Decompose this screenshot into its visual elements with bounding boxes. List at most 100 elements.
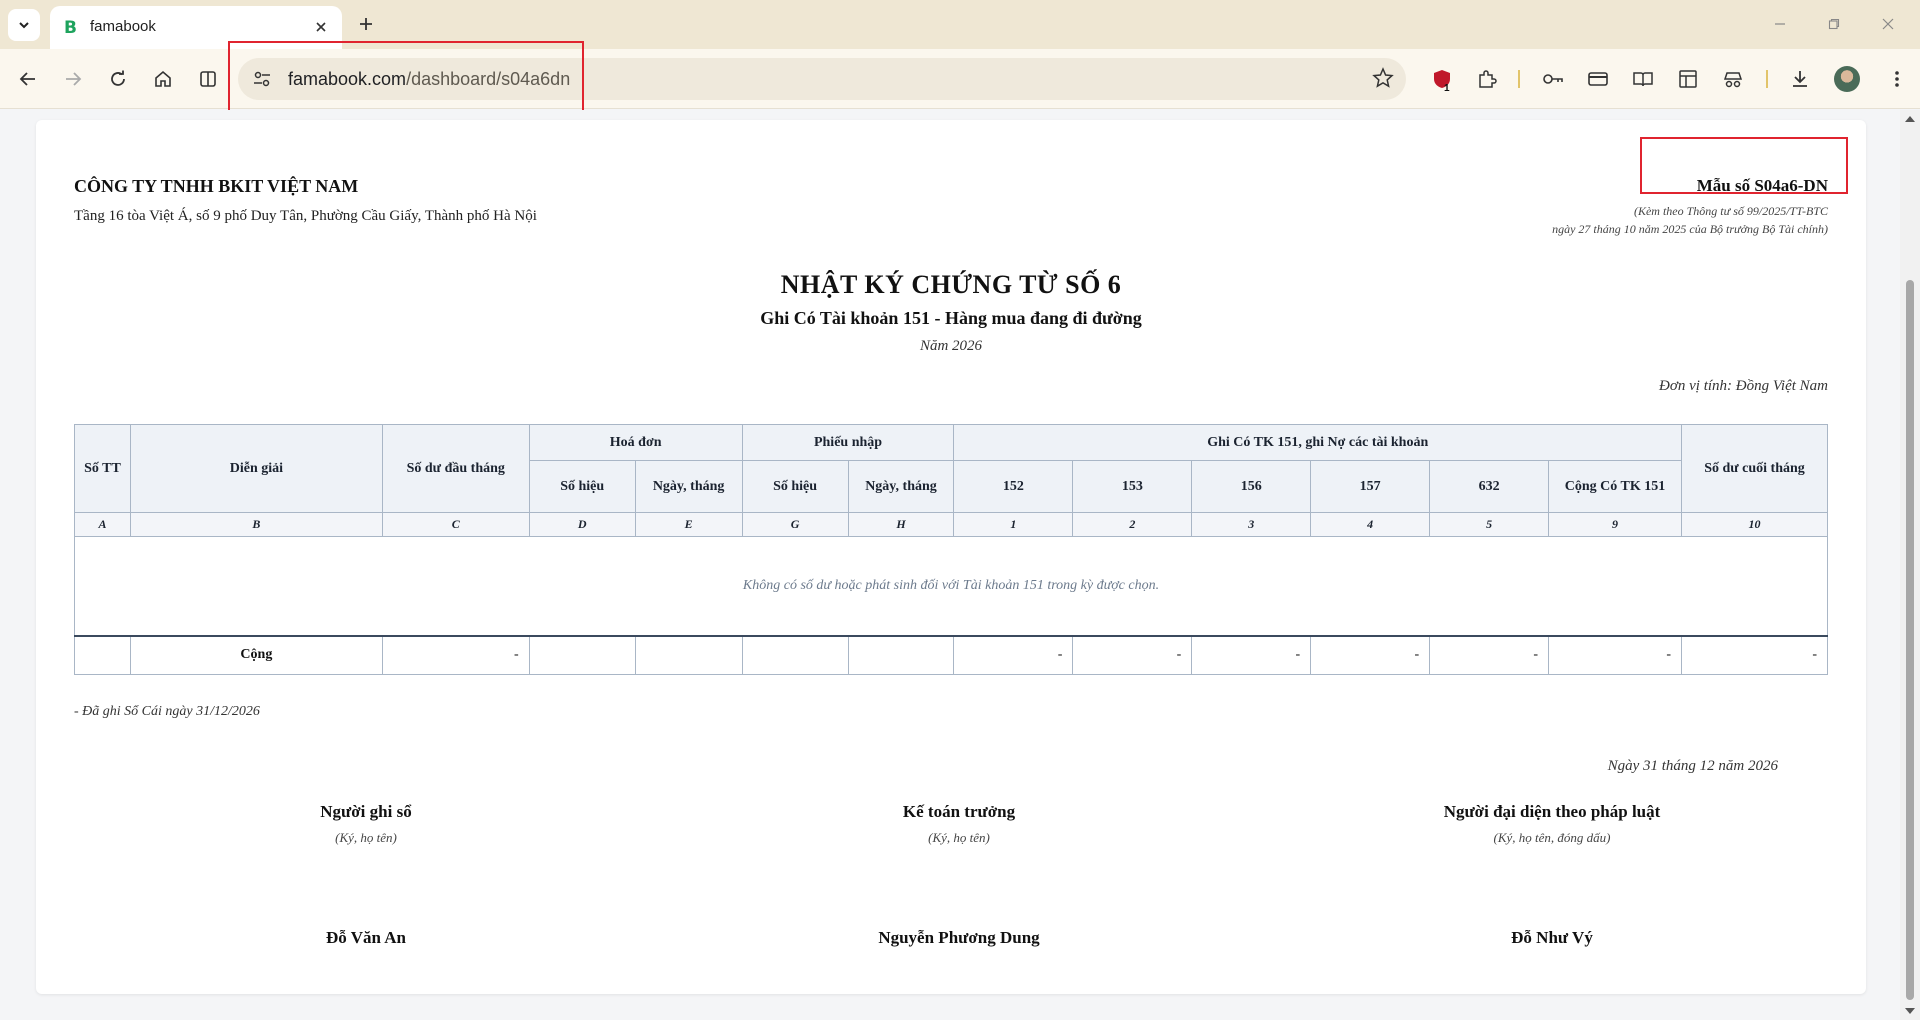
restore-icon	[1828, 18, 1840, 30]
header-so-du-cuoi: Số dư cuối tháng	[1680, 424, 1829, 513]
signer-chief-accountant: Kế toán trưởng (Ký, họ tên)	[749, 802, 1169, 846]
sign-date: Ngày 31 tháng 12 năm 2026	[1607, 758, 1778, 774]
header-ghi-co: Ghi Có TK 151, ghi Nợ các tài khoản	[953, 424, 1682, 461]
signer-hint: (Ký, họ tên)	[335, 830, 397, 845]
total-cell	[634, 634, 743, 675]
plus-icon	[360, 18, 372, 30]
incognito-icon	[1723, 72, 1743, 88]
total-row: Cộng - - - - - - - -	[74, 634, 1829, 675]
chevron-down-icon	[19, 22, 29, 29]
address-bar[interactable]: famabook.com/dashboard/s04a6dn	[238, 58, 1406, 100]
scroll-thumb[interactable]	[1906, 280, 1914, 1000]
signer-name: Đỗ Như Vý	[1511, 928, 1593, 947]
header-hoa-don: Hoá đơn	[528, 424, 743, 461]
reload-icon	[111, 70, 125, 86]
profile-avatar[interactable]	[1834, 66, 1860, 92]
form-note-date: ngày 27 tháng 10 năm 2025 của Bộ trưởng …	[1552, 222, 1828, 236]
minimize-button[interactable]	[1756, 8, 1804, 40]
reload-button[interactable]	[102, 63, 134, 95]
header-dien-giai: Diễn giải	[129, 424, 383, 513]
report-subtitle: Ghi Có Tài khoản 151 - Hàng mua đang đi …	[760, 308, 1142, 328]
toolbar-separator	[1518, 70, 1520, 88]
reading-mode-button[interactable]	[1627, 63, 1659, 95]
menu-button[interactable]	[1881, 63, 1913, 95]
form-note-circular: (Kèm theo Thông tư số 99/2025/TT-BTC	[1633, 204, 1828, 218]
signer-role: Kế toán trưởng	[902, 802, 1016, 821]
tab-search-button[interactable]	[8, 9, 40, 41]
tab-famabook[interactable]: B famabook	[50, 6, 342, 49]
download-icon	[1793, 71, 1807, 87]
report-year: Năm 2026	[919, 338, 983, 354]
code-cell: 4	[1310, 512, 1431, 537]
code-cell: A	[74, 512, 131, 537]
credit-card-icon	[1588, 72, 1608, 86]
bookmark-star-icon[interactable]	[1372, 67, 1394, 94]
close-tab-button[interactable]	[308, 14, 334, 40]
total-cell	[528, 634, 636, 675]
home-button[interactable]	[147, 63, 179, 95]
passwords-button[interactable]	[1537, 63, 1569, 95]
journal-table: Số TT Diễn giải Số dư đầu tháng Hoá đơn …	[74, 424, 1829, 675]
extensions-button[interactable]	[1471, 63, 1503, 95]
extension-shield-button[interactable]	[1426, 63, 1458, 95]
table-view-button[interactable]	[1672, 63, 1704, 95]
site-settings-icon[interactable]	[252, 69, 272, 94]
book-icon	[1633, 72, 1653, 87]
header-so-hieu-hoa-don: Số hiệu	[528, 460, 636, 513]
key-icon	[1543, 74, 1563, 84]
page-scrollbar[interactable]	[1900, 110, 1920, 1020]
company-name: CÔNG TY TNHH BKIT VIỆT NAM	[74, 176, 359, 196]
browser-toolbar: famabook.com/dashboard/s04a6dn	[0, 49, 1920, 109]
new-tab-button[interactable]	[352, 10, 380, 38]
header-so-du-dau: Số dư đầu tháng	[381, 424, 530, 513]
puzzle-icon	[1479, 70, 1497, 88]
restore-button[interactable]	[1810, 8, 1858, 40]
total-cell: -	[1191, 634, 1312, 675]
url-path: /dashboard/s04a6dn	[406, 69, 571, 89]
total-cell: -	[1680, 634, 1829, 675]
empty-table-message: Không có số dư hoặc phát sinh đối với Tà…	[74, 536, 1828, 636]
code-cell: G	[741, 512, 849, 537]
extension-badge: 1	[1444, 83, 1450, 94]
home-icon	[155, 70, 171, 87]
ledger-posted-note: - Đã ghi Sổ Cái ngày 31/12/2026	[74, 704, 260, 719]
signer-hint: (Ký, họ tên, đóng dấu)	[1493, 830, 1611, 845]
close-window-button[interactable]	[1864, 8, 1912, 40]
scroll-down-arrow[interactable]	[1905, 1008, 1915, 1014]
close-icon	[316, 22, 326, 32]
signer-role: Người đại diện theo pháp luật	[1443, 802, 1661, 821]
table-row: Không có số dư hoặc phát sinh đối với Tà…	[74, 536, 1828, 636]
signer-legal-representative: Người đại diện theo pháp luật (Ký, họ tê…	[1342, 802, 1762, 846]
code-cell: B	[129, 512, 383, 537]
company-address: Tầng 16 tòa Việt Á, số 9 phố Duy Tân, Ph…	[74, 208, 537, 224]
arrow-left-icon	[19, 72, 35, 86]
currency-unit: Đơn vị tính: Đồng Việt Nam	[1659, 378, 1828, 394]
code-cell: D	[528, 512, 636, 537]
page-viewport: CÔNG TY TNHH BKIT VIỆT NAM Tầng 16 tòa V…	[0, 110, 1900, 1020]
header-ngay-thang-phieu-nhap: Ngày, tháng	[847, 460, 955, 513]
form-number: Mẫu số S04a6-DN	[1696, 176, 1828, 195]
code-cell: C	[381, 512, 530, 537]
header-tk-152: 152	[953, 460, 1074, 513]
split-view-button[interactable]	[192, 63, 224, 95]
arrow-right-icon	[66, 72, 82, 86]
famabook-favicon-icon: B	[64, 18, 77, 38]
signer-name: Nguyễn Phương Dung	[878, 928, 1040, 947]
total-cell	[74, 634, 131, 675]
total-cell	[741, 634, 849, 675]
incognito-button[interactable]	[1717, 63, 1749, 95]
more-vertical-icon	[1895, 71, 1899, 87]
header-tk-156: 156	[1191, 460, 1312, 513]
total-label: Cộng	[129, 634, 383, 675]
total-cell: -	[1548, 634, 1682, 675]
minimize-icon	[1775, 23, 1785, 25]
downloads-button[interactable]	[1784, 63, 1816, 95]
total-cell: -	[1072, 634, 1193, 675]
forward-button[interactable]	[57, 63, 89, 95]
signer-role: Người ghi sổ	[320, 802, 412, 821]
report-paper: CÔNG TY TNHH BKIT VIỆT NAM Tầng 16 tòa V…	[36, 120, 1866, 994]
code-cell: 10	[1680, 512, 1829, 537]
payment-methods-button[interactable]	[1582, 63, 1614, 95]
scroll-up-arrow[interactable]	[1905, 116, 1915, 122]
back-button[interactable]	[12, 63, 44, 95]
